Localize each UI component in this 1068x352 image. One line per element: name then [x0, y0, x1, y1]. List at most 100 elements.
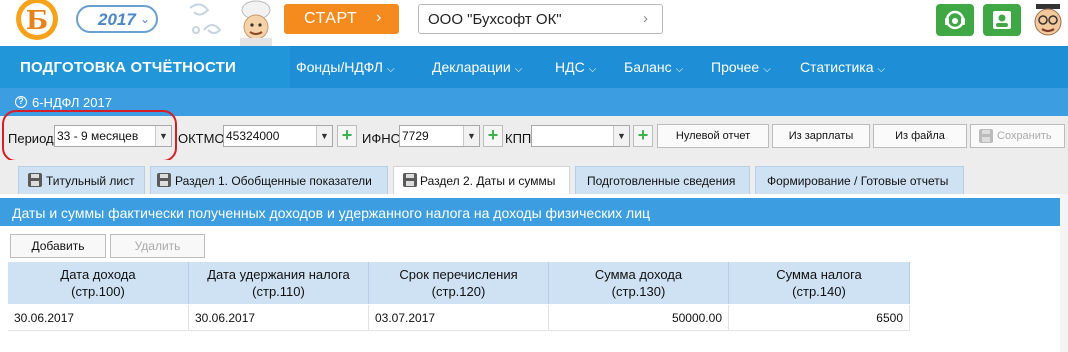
tab-label: Формирование / Готовые отчеты: [767, 174, 949, 188]
from-salary-button[interactable]: Из зарплаты: [772, 124, 870, 148]
top-bar: Б 2017 ⌄ СТАРТ › ООО "Бухсофт ОК" ›: [0, 0, 1068, 46]
nav-item-label: Фонды/НДФЛ: [296, 59, 383, 75]
year-selector[interactable]: 2017 ⌄: [76, 5, 158, 33]
column-header-transfer-deadline[interactable]: Срок перечисления (стр.120): [369, 262, 549, 304]
start-label: СТАРТ: [304, 10, 358, 27]
nav-item-vat[interactable]: НДС ⌵: [555, 59, 596, 75]
tab-label: Раздел 2. Даты и суммы: [420, 174, 556, 188]
page-title: ПОДГОТОВКА ОТЧЁТНОСТИ: [20, 59, 237, 76]
row-actions: Добавить Удалить: [0, 232, 1068, 262]
table-row[interactable]: 30.06.2017 30.06.2017 03.07.2017 50000.0…: [8, 305, 910, 331]
tab-label: Раздел 1. Обобщенные показатели: [175, 174, 372, 188]
cell-tax-amount[interactable]: 6500: [729, 305, 910, 331]
column-title: Срок перечисления: [399, 267, 518, 282]
start-button[interactable]: СТАРТ ›: [284, 4, 399, 34]
chevron-down-icon: ⌵: [675, 64, 684, 75]
highlight-annotation: [2, 110, 177, 162]
nav-item-label: Прочее: [711, 59, 760, 75]
column-code: (стр.140): [792, 284, 846, 299]
chevron-down-icon: ⌵: [386, 64, 395, 75]
floppy-icon: [157, 173, 171, 187]
nav-item-declarations[interactable]: Декларации ⌵: [432, 59, 522, 75]
ifns-select[interactable]: 7729 ▼: [399, 125, 480, 147]
column-code: (стр.100): [71, 284, 125, 299]
nav-item-other[interactable]: Прочее ⌵: [711, 59, 771, 75]
tab-ready-reports[interactable]: Формирование / Готовые отчеты: [755, 166, 964, 194]
column-code: (стр.130): [611, 284, 666, 299]
vertical-scrollbar[interactable]: [1060, 194, 1068, 352]
avatar[interactable]: [1030, 2, 1066, 40]
table-header: Дата дохода (стр.100) Дата удержания нал…: [8, 262, 910, 304]
column-title: Дата дохода: [60, 267, 136, 282]
add-oktmo-button[interactable]: +: [337, 125, 357, 147]
column-title: Сумма налога: [776, 267, 862, 282]
profile-button[interactable]: [983, 4, 1021, 36]
year-value: 2017: [98, 10, 136, 29]
nav-item-label: Баланс: [624, 59, 672, 75]
section-panel: Даты и суммы фактически полученных доход…: [0, 194, 1068, 234]
from-file-button[interactable]: Из файла: [873, 124, 967, 148]
user-card-icon: [993, 11, 1011, 29]
plus-icon: +: [341, 125, 353, 145]
oktmo-select[interactable]: 45324000 ▼: [223, 125, 333, 147]
svg-text:Б: Б: [26, 6, 48, 36]
chevron-down-icon: ▼: [316, 126, 332, 146]
nav-item-balance[interactable]: Баланс ⌵: [624, 59, 683, 75]
ifns-value: 7729: [402, 129, 429, 143]
cell-transfer-deadline[interactable]: 03.07.2017: [369, 305, 549, 331]
chevron-right-icon: ›: [376, 9, 382, 26]
kpp-select[interactable]: ▼: [531, 125, 630, 147]
floppy-icon: [403, 173, 417, 187]
cell-withholding-date[interactable]: 30.06.2017: [189, 305, 369, 331]
chevron-down-icon: ⌄: [140, 12, 151, 26]
chevron-down-icon: ⌵: [514, 64, 523, 75]
column-header-tax-amount[interactable]: Сумма налога (стр.140): [729, 262, 910, 304]
add-ifns-button[interactable]: +: [483, 125, 503, 147]
plus-icon: +: [637, 125, 649, 145]
organization-name: ООО "Бухсофт ОК": [428, 11, 562, 28]
cell-income-amount[interactable]: 50000.00: [549, 305, 729, 331]
column-header-income-amount[interactable]: Сумма дохода (стр.130): [549, 262, 729, 304]
organization-selector[interactable]: ООО "Бухсофт ОК" ›: [418, 4, 663, 34]
column-header-income-date[interactable]: Дата дохода (стр.100): [8, 262, 189, 304]
chef-mascot-icon: [182, 0, 282, 46]
buhsoft-logo[interactable]: Б: [4, 0, 70, 44]
save-label: Сохранить: [997, 130, 1052, 142]
help-icon[interactable]: ?: [15, 96, 27, 108]
nav-item-label: НДС: [555, 59, 585, 75]
nav-item-funds[interactable]: Фонды/НДФЛ ⌵: [296, 59, 395, 75]
column-header-withholding-date[interactable]: Дата удержания налога (стр.110): [189, 262, 369, 304]
nav-title-panel: ПОДГОТОВКА ОТЧЁТНОСТИ: [0, 46, 290, 88]
column-title: Сумма дохода: [594, 267, 683, 282]
section-title: Даты и суммы фактически полученных доход…: [12, 205, 651, 221]
ifns-label: ИФНС: [362, 131, 401, 146]
column-title: Дата удержания налога: [207, 267, 350, 282]
main-nav: ПОДГОТОВКА ОТЧЁТНОСТИ Фонды/НДФЛ ⌵ Деклар…: [0, 46, 1068, 88]
delete-button[interactable]: Удалить: [110, 234, 205, 258]
tab-label: Подготовленные сведения: [587, 174, 736, 188]
tab-prepared-data[interactable]: Подготовленные сведения: [575, 166, 750, 194]
oktmo-value: 45324000: [226, 129, 280, 143]
chevron-right-icon: ›: [643, 10, 648, 27]
nav-item-statistics[interactable]: Статистика ⌵: [800, 59, 885, 75]
cell-income-date[interactable]: 30.06.2017: [8, 305, 189, 331]
column-code: (стр.120): [431, 284, 486, 299]
tab-section-2[interactable]: Раздел 2. Даты и суммы: [393, 166, 570, 194]
save-button[interactable]: Сохранить: [970, 124, 1065, 148]
chevron-down-icon: ⌵: [877, 64, 886, 75]
zero-report-button[interactable]: Нулевой отчет: [657, 124, 769, 148]
support-button[interactable]: [936, 4, 974, 36]
chevron-down-icon: ▼: [613, 126, 629, 146]
tab-title-page[interactable]: Титульный лист: [18, 166, 145, 194]
kpp-label: КПП: [505, 131, 532, 146]
oktmo-label: ОКТМО: [178, 131, 225, 146]
floppy-icon: [28, 173, 42, 187]
section-tabs: Титульный лист Раздел 1. Обобщенные пока…: [0, 160, 1068, 194]
column-code: (стр.110): [252, 284, 305, 299]
chevron-down-icon: ⌵: [763, 64, 771, 75]
add-kpp-button[interactable]: +: [633, 125, 653, 147]
tab-section-1[interactable]: Раздел 1. Обобщенные показатели: [150, 166, 388, 194]
section-header: Даты и суммы фактически полученных доход…: [0, 198, 1068, 226]
add-button[interactable]: Добавить: [10, 234, 106, 258]
nav-item-label: Статистика: [800, 59, 874, 75]
